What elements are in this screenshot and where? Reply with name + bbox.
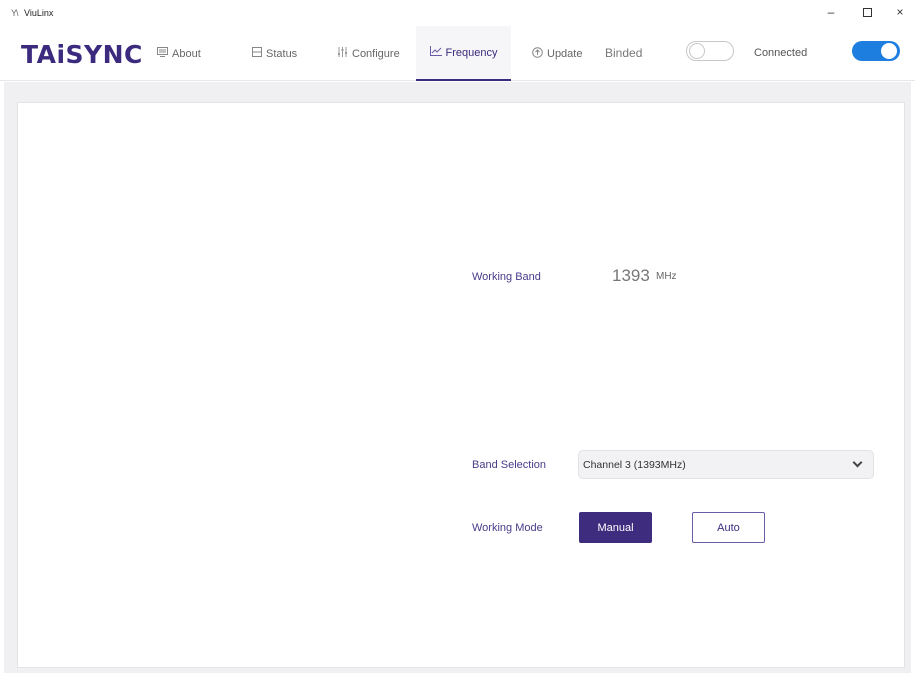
minimize-icon: – <box>827 5 835 19</box>
toggle-knob <box>689 43 705 59</box>
working-mode-label: Working Mode <box>472 522 543 534</box>
chevron-down-icon <box>852 457 863 468</box>
band-selection-dropdown[interactable]: Channel 3 (1393MHz) <box>578 450 874 479</box>
binded-toggle[interactable] <box>686 41 734 61</box>
tab-configure-label: Configure <box>352 47 400 60</box>
tab-about[interactable]: About <box>157 26 201 81</box>
tab-about-label: About <box>172 47 201 60</box>
tab-update[interactable]: Update <box>532 26 582 81</box>
frequency-panel <box>17 102 905 668</box>
monitor-icon <box>157 47 168 60</box>
chart-line-icon <box>429 46 442 59</box>
sliders-icon <box>337 47 348 60</box>
tab-status-label: Status <box>266 47 298 60</box>
manual-mode-button[interactable]: Manual <box>579 512 652 543</box>
tab-status[interactable]: Status <box>252 26 297 81</box>
band-selection-label: Band Selection <box>472 459 546 471</box>
close-button[interactable]: × <box>887 2 913 22</box>
auto-mode-button[interactable]: Auto <box>692 512 765 543</box>
working-band-unit: MHz <box>656 271 677 282</box>
brand-logo: TAiSYNC <box>21 40 143 69</box>
minimize-button[interactable]: – <box>818 2 844 22</box>
upload-circle-icon <box>532 46 543 61</box>
maximize-button[interactable] <box>854 2 880 22</box>
working-band-value: 1393 <box>612 266 650 285</box>
title-bar: Y\ ViuLinx – × <box>0 0 915 26</box>
app-logo-icon: Y\ <box>11 8 18 18</box>
connected-label: Connected <box>754 47 808 59</box>
status-icon <box>252 47 262 60</box>
tab-configure[interactable]: Configure <box>337 26 400 81</box>
working-band-label: Working Band <box>472 271 541 283</box>
tab-frequency[interactable]: Frequency <box>416 26 511 81</box>
connected-toggle[interactable] <box>852 41 900 61</box>
window-title: ViuLinx <box>24 8 54 18</box>
band-selection-value: Channel 3 (1393MHz) <box>583 459 686 471</box>
maximize-icon <box>862 7 872 17</box>
close-icon: × <box>896 5 904 19</box>
tab-frequency-label: Frequency <box>445 46 498 59</box>
tab-update-label: Update <box>547 47 583 60</box>
toggle-knob <box>881 43 897 59</box>
binded-label: Binded <box>605 46 643 60</box>
